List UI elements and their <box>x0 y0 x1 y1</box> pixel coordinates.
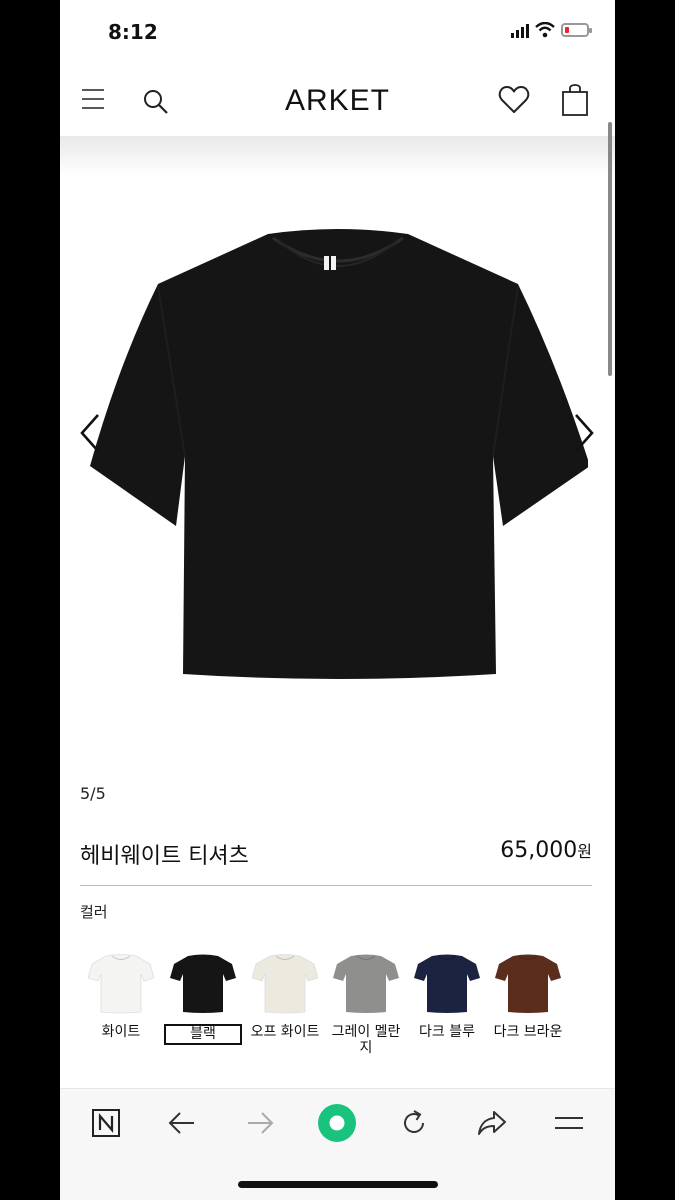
back-arrow-icon[interactable] <box>160 1101 204 1145</box>
tshirt-swatch-icon <box>88 954 154 1014</box>
green-dot-home-button[interactable] <box>315 1101 359 1145</box>
forward-arrow-icon[interactable] <box>238 1101 282 1145</box>
color-swatch[interactable]: 다크 블루 <box>408 950 486 1040</box>
product-image-black-tshirt <box>90 229 588 679</box>
color-swatch[interactable]: 화이트 <box>82 950 160 1040</box>
refresh-icon[interactable] <box>392 1101 436 1145</box>
price-amount: 65,000 <box>500 838 578 863</box>
color-section-label: 컬러 <box>80 903 108 921</box>
status-bar: 8:12 <box>60 0 615 64</box>
divider <box>80 885 592 886</box>
color-swatch[interactable]: 블랙 <box>164 950 242 1045</box>
color-swatch-label: 다크 블루 <box>419 1024 475 1040</box>
color-swatch-label: 오프 화이트 <box>250 1024 320 1040</box>
site-header: ARKET <box>60 64 615 136</box>
status-time: 8:12 <box>108 20 158 44</box>
shopping-bag-icon[interactable] <box>560 81 590 117</box>
color-swatch-label: 블랙 <box>164 1024 242 1045</box>
product-image-gallery[interactable] <box>60 136 615 776</box>
gallery-next-arrow-icon[interactable] <box>568 411 598 455</box>
tshirt-swatch-icon <box>333 954 399 1013</box>
cellular-signal-icon <box>511 22 529 38</box>
naver-n-icon[interactable] <box>84 1101 128 1145</box>
color-swatch-label: 다크 브라운 <box>493 1024 563 1040</box>
tshirt-swatch-icon <box>170 954 236 1013</box>
browser-toolbar <box>60 1088 615 1200</box>
gallery-prev-arrow-icon[interactable] <box>76 411 106 455</box>
wifi-icon <box>535 22 555 38</box>
tshirt-swatch-icon <box>252 954 318 1014</box>
brand-logo[interactable]: ARKET <box>60 84 615 118</box>
home-indicator[interactable] <box>238 1181 438 1188</box>
tshirt-swatch-icon <box>495 954 561 1013</box>
wishlist-heart-icon[interactable] <box>498 85 530 115</box>
color-swatch-label: 그레이 멜란지 <box>331 1024 401 1056</box>
color-swatch-label: 화이트 <box>101 1024 141 1040</box>
browser-window: 8:12 ARKET 5/5 헤비웨이트 티셔츠 65,000원 컬러 화이트 … <box>60 0 615 1200</box>
page-scrollbar[interactable] <box>608 122 612 376</box>
share-icon[interactable] <box>470 1101 514 1145</box>
gallery-counter: 5/5 <box>80 784 106 803</box>
product-price: 65,000원 <box>500 838 592 863</box>
battery-icon <box>561 23 592 37</box>
color-swatch[interactable]: 다크 브라운 <box>489 950 567 1040</box>
more-menu-icon[interactable] <box>547 1101 591 1145</box>
product-title: 헤비웨이트 티셔츠 <box>80 844 249 869</box>
color-swatch[interactable]: 그레이 멜란지 <box>327 950 405 1056</box>
color-swatch[interactable]: 오프 화이트 <box>246 950 324 1040</box>
price-currency: 원 <box>577 842 592 861</box>
tshirt-swatch-icon <box>414 954 480 1013</box>
